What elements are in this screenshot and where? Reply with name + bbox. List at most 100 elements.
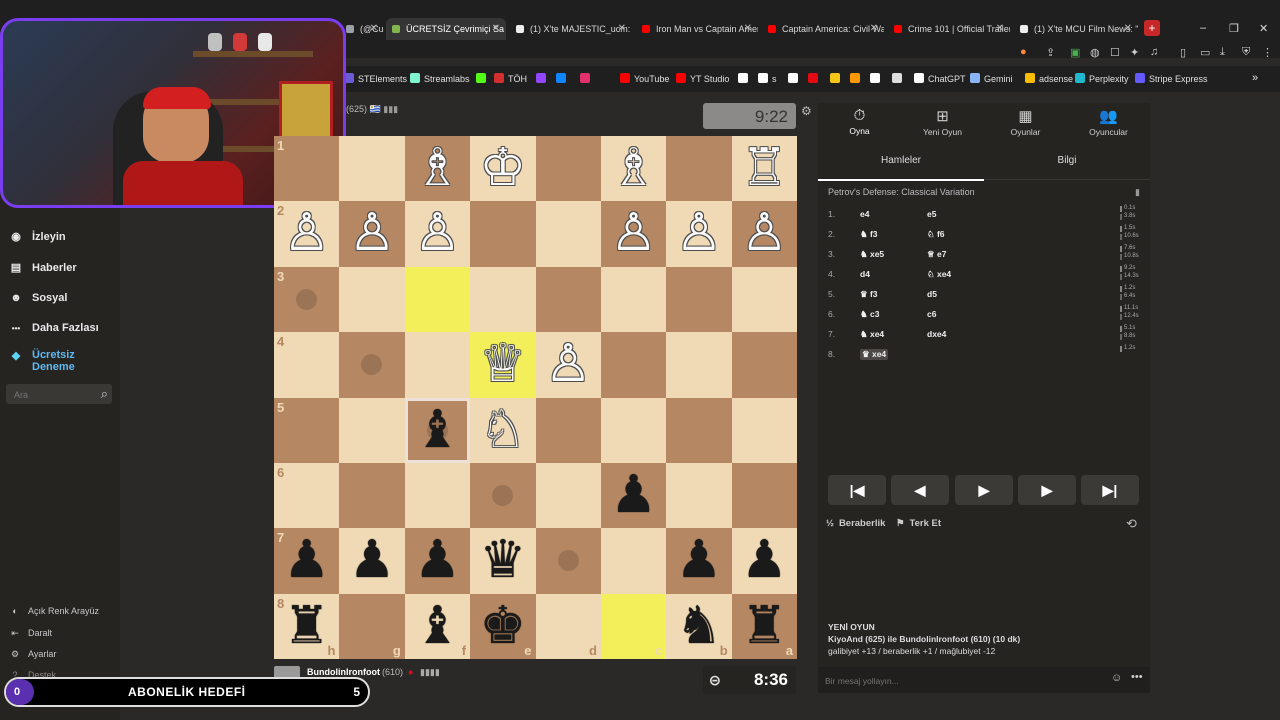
board-square[interactable] [666,332,732,398]
board-square[interactable] [600,266,667,333]
board-square[interactable]: ♟ [404,528,471,594]
close-tab-icon[interactable]: ✕ [744,18,752,40]
extension-icon[interactable]: ☐ [1110,46,1120,59]
sidebar-collapse[interactable]: ⇤ Daralt [8,628,52,639]
chess-piece[interactable]: ♝ [405,594,470,659]
black-move[interactable]: c6 [927,309,936,319]
book-icon[interactable]: ▮ [1135,187,1140,198]
tab-new-game[interactable]: ⊞ Yeni Oyun [901,103,984,143]
board-square[interactable]: ♙ [339,201,405,267]
board-square[interactable]: b ♞ [666,593,732,660]
chess-piece[interactable]: ♘ [470,398,535,463]
bookmark-item[interactable] [536,73,550,84]
chess-piece[interactable]: ♕ [470,332,535,397]
board-square[interactable]: 3 [274,266,340,333]
more-bookmarks-button[interactable]: » [1252,72,1258,84]
board-square[interactable] [666,266,732,333]
board-square[interactable]: ♛ [470,528,536,594]
board-square[interactable] [535,136,601,202]
board-square[interactable]: ♟ [339,528,405,594]
extension-icon[interactable]: ▣ [1070,46,1080,59]
chess-piece[interactable]: ♞ [666,594,731,659]
shield-icon[interactable]: ⛨ [1242,46,1250,59]
board-square[interactable]: g [339,593,405,660]
board-square[interactable]: ♕ [470,332,536,398]
bookmark-item[interactable]: YT Studio [676,73,729,84]
board-square[interactable] [600,332,667,398]
white-move[interactable]: d4 [860,269,870,279]
board-settings-icon[interactable]: ⚙ [801,104,812,118]
bookmark-item[interactable]: adsense [1025,73,1073,84]
bookmark-item[interactable]: Streamlabs [410,73,470,84]
board-square[interactable]: ♖ [731,136,798,202]
menu-icon[interactable]: ⋮ [1262,46,1273,59]
bookmark-item[interactable]: ChatGPT [914,73,966,84]
tab-info[interactable]: Bilgi [984,151,1150,180]
board-square[interactable] [666,462,732,529]
chess-piece[interactable]: ♟ [666,528,731,593]
board-square[interactable]: e ♚ [470,593,536,660]
board-square[interactable]: ♙ [731,201,798,267]
board-square[interactable] [731,266,798,333]
board-square[interactable] [535,528,601,594]
board-square[interactable]: c [600,593,667,660]
board-square[interactable] [600,397,667,463]
chess-piece[interactable]: ♙ [339,201,404,266]
resign-button[interactable]: ⚑ Terk Et [896,518,941,529]
chess-piece[interactable]: ♜ [274,594,339,659]
tab-games[interactable]: ▦ Oyunlar [984,103,1067,143]
chess-piece[interactable]: ♟ [339,528,404,593]
board-square[interactable]: ♟ [600,462,667,529]
tab-moves[interactable]: Hamleler [818,151,984,181]
board-square[interactable]: 8 h ♜ [274,593,340,660]
move-hint-dot[interactable] [557,550,579,572]
play-button[interactable]: ▶ [955,475,1013,505]
white-move[interactable]: ♞ xe4 [860,329,884,340]
move-hint-dot[interactable] [492,484,514,506]
board-square[interactable]: ♔ [470,136,536,202]
close-tab-icon[interactable]: ✕ [1124,18,1132,40]
sidebar-light-theme[interactable]: ◐ Açık Renk Arayüz [8,606,99,616]
bookmark-item[interactable] [556,73,570,84]
board-square[interactable] [339,332,405,398]
white-move[interactable]: ♞ xe5 [860,249,884,260]
board-square[interactable] [731,462,798,529]
board-square[interactable] [404,266,471,333]
download-icon[interactable]: ⤓ [1220,46,1225,59]
chess-board[interactable]: 1 ♗ ♔ ♗ ♖ 2 ♙ ♙ ♙ ♙ ♙ ♙ 3 4 ♕ ♙ 5 ♝ ♘ 6 ♟ 7 ♟ ♟ ♟ ♛ ♟ ♟ 8 h ♜ g f ♝ e ♚ d c b ♞… [274,136,798,660]
white-move[interactable]: ♞ f3 [860,229,878,240]
chess-piece[interactable]: ♛ [470,528,535,593]
bookmark-item[interactable] [808,73,822,84]
chess-piece[interactable]: ♖ [732,136,797,201]
bookmark-item[interactable]: STElements [344,73,407,84]
chess-piece[interactable]: ♗ [601,136,666,201]
maximize-button[interactable]: ❐ [1229,22,1239,35]
opening-name[interactable]: Petrov's Defense: Classical Variation [828,187,975,197]
board-square[interactable]: ♟ [731,528,798,594]
search-input[interactable] [12,387,94,403]
black-move[interactable]: ♘ f6 [927,229,945,240]
close-tab-icon[interactable]: ✕ [996,18,1004,40]
bookmark-item[interactable] [476,73,490,84]
chess-piece[interactable]: ♟ [274,528,339,593]
board-square[interactable]: ♗ [600,136,667,202]
board-square[interactable] [404,332,471,398]
black-move[interactable]: ♘ xe4 [927,269,951,280]
bottom-player-name[interactable]: BundolinIronfoot [307,667,380,677]
sidebar-item-free-trial[interactable]: ◆ Ücretsiz Deneme [8,349,75,373]
close-tab-icon[interactable]: ✕ [492,18,500,40]
chess-piece[interactable]: ♙ [536,332,601,397]
board-square[interactable] [731,332,798,398]
white-move[interactable]: ♛ xe4 [860,349,889,360]
board-square[interactable] [535,201,601,267]
board-square[interactable]: ♙ [535,332,601,398]
white-move[interactable]: e4 [860,209,869,219]
board-square[interactable] [339,136,405,202]
chess-piece[interactable]: ♟ [601,463,666,528]
browser-tab[interactable]: (@Cultu✕ [340,18,384,40]
board-square[interactable]: a ♜ [731,593,798,660]
board-square[interactable]: 1 [274,136,340,202]
sidebar-settings[interactable]: ⚙ Ayarlar [8,649,56,660]
bookmark-item[interactable] [580,73,594,84]
board-square[interactable] [535,266,601,333]
